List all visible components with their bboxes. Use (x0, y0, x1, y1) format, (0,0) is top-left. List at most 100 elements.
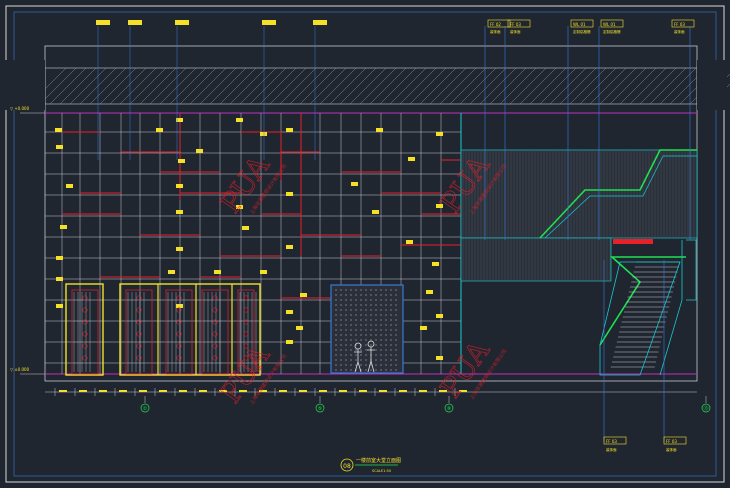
level-mark-bottom: ▽ ±0.000 (10, 367, 30, 372)
door-ornament (176, 343, 182, 349)
door-dot (385, 299, 387, 301)
door-ornament (136, 355, 142, 361)
door-dot (350, 339, 352, 341)
dim-value (119, 390, 127, 392)
door-dot (335, 289, 337, 291)
door-dot (360, 319, 362, 321)
hatch-stroke (589, 67, 627, 105)
door-dot (355, 354, 357, 356)
door-ornament (136, 319, 142, 325)
hatch-stroke (419, 67, 457, 105)
door-dot (360, 299, 362, 301)
door-dot (375, 359, 377, 361)
door-ornament (82, 343, 88, 349)
hatch-stroke (459, 67, 497, 105)
door-ornament (136, 307, 142, 313)
light-fixture (178, 159, 185, 163)
door-dot (345, 324, 347, 326)
dim-value (159, 390, 167, 392)
axis-label: ⑨ (447, 406, 451, 412)
door-dot (340, 339, 342, 341)
door-dot (370, 319, 372, 321)
hatch-stroke (349, 67, 387, 105)
door-dot (375, 314, 377, 316)
door-dot (350, 299, 352, 301)
door-dot (395, 359, 397, 361)
light-fixture (242, 226, 249, 230)
hatch-stroke (539, 67, 577, 105)
door-dot (360, 309, 362, 311)
hatch-stroke (579, 67, 617, 105)
callouts-bottom: FF 03 装饰面 FF 03 装饰面 (603, 260, 687, 452)
door-dot (390, 344, 392, 346)
door-dot (390, 364, 392, 366)
door-dot (390, 294, 392, 296)
door-dot (395, 364, 397, 366)
hatch-stroke (139, 67, 177, 105)
door-ornament (176, 331, 182, 337)
door-dot (390, 319, 392, 321)
door-dot (365, 354, 367, 356)
tag-marker (175, 20, 189, 25)
hatch-stroke (649, 67, 687, 105)
dim-value (279, 390, 287, 392)
door-dot (370, 329, 372, 331)
door-dot (385, 334, 387, 336)
hatch-stroke (609, 67, 647, 105)
door-ornament (243, 331, 249, 337)
door-dot (345, 319, 347, 321)
door-dot (345, 349, 347, 351)
title-scale: SCALE1:50 (372, 469, 391, 473)
hatch-stroke (329, 67, 367, 105)
door-dot (380, 324, 382, 326)
hatch-stroke (99, 67, 137, 105)
door-dot (365, 294, 367, 296)
door-dot (390, 289, 392, 291)
callout-bottom: FF 03 装饰面 (603, 260, 627, 452)
door-dot (335, 314, 337, 316)
callout-note: 装饰面 (510, 29, 521, 34)
door-ornament (82, 331, 88, 337)
door-dot (390, 339, 392, 341)
door-dot (360, 289, 362, 291)
door-dot (350, 349, 352, 351)
door-dot (380, 304, 382, 306)
light-fixture (286, 310, 293, 314)
door-dot (370, 289, 372, 291)
light-fixture (56, 304, 63, 308)
door-dot (340, 294, 342, 296)
hatch-stroke (509, 67, 547, 105)
hatch-stroke (409, 67, 447, 105)
elevator-doors (65, 283, 261, 376)
door-dot (375, 304, 377, 306)
door-dot (375, 344, 377, 346)
door-dot (340, 289, 342, 291)
door-dot (335, 309, 337, 311)
door-ornament (82, 319, 88, 325)
hatch-stroke (469, 67, 507, 105)
door-dot (340, 304, 342, 306)
hatch-mask-left (0, 60, 45, 110)
door-dot (355, 349, 357, 351)
door-dot (365, 339, 367, 341)
door-dot (360, 334, 362, 336)
door-dot (340, 299, 342, 301)
door-dot (385, 344, 387, 346)
light-fixture (55, 128, 62, 132)
door-dot (360, 329, 362, 331)
hatch-stroke (49, 67, 87, 105)
hatch-stroke (659, 67, 697, 105)
hatch-stroke (629, 67, 667, 105)
hatch-stroke (69, 67, 107, 105)
hatch-stroke (489, 67, 527, 105)
door-dot (365, 334, 367, 336)
door-dot (355, 324, 357, 326)
light-fixture (432, 262, 439, 266)
door-dot (395, 319, 397, 321)
hatch-stroke (429, 67, 467, 105)
light-fixture (286, 128, 293, 132)
door-dot (380, 289, 382, 291)
light-fixture (260, 132, 267, 136)
door-dot (390, 304, 392, 306)
door-dot (350, 369, 352, 371)
